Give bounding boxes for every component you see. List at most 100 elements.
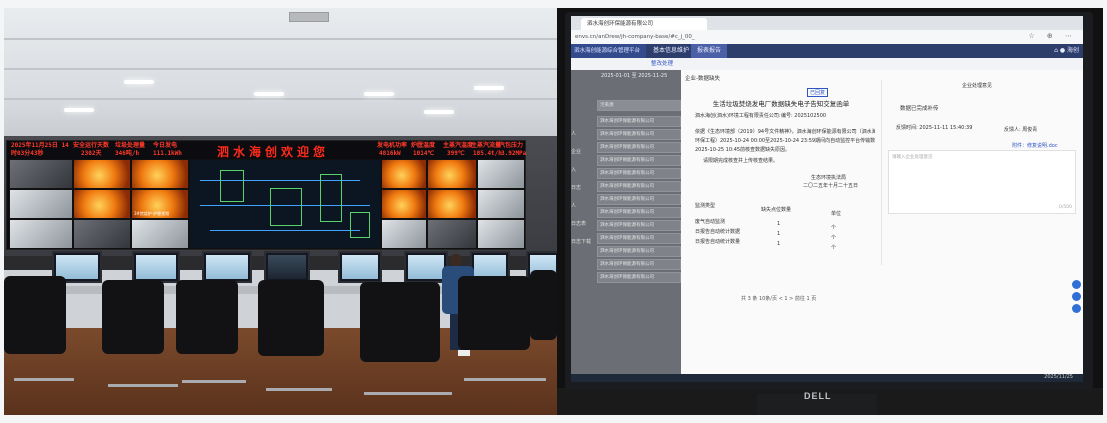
control-room-photo: 2025年11月25日 14时03分43秒 安全运行天数 2302天 垃圾处理量… [4,8,557,415]
table-header: 监测类型 [695,203,716,209]
furnace-feed [131,159,189,189]
float-action-icon[interactable] [1072,292,1081,301]
safe-days-label: 安全运行天数 [73,142,110,149]
nav-item-reports[interactable]: 报表报告 [691,44,728,58]
document-title: 生活垃圾焚烧发电厂数据缺失电子告知交复函单 [712,100,850,108]
nav-item-basic-info[interactable]: 基本信息维护 [647,44,695,58]
table-header: 缺失点位数量 [761,207,792,213]
pressure-value: 3.92MPa [501,150,527,157]
gen-label: 发电机功率 [377,142,408,149]
reply-time: 反馈时间: 2025-11-11 15:40:39 [896,125,973,131]
furnace-feed [427,189,477,219]
browser-toolbar-icons[interactable]: ☆ ⊕ ⋯ [1028,32,1077,40]
table-cell: 日报告自动统计数量 [695,239,741,245]
furnace-feed [73,159,131,189]
sidebar-date-range[interactable]: 2025-01-01 至 2025-11-25 [601,72,667,79]
document-body-line: 2025-10-25 10:45前核查数据缺失原因。 [695,147,791,153]
reply-heading: 企业处理意见 [962,83,993,89]
user-menu[interactable]: ⌂ ● 海创 [1054,44,1079,58]
sidebar-item-company[interactable]: 泗水海创环保能源有限公司 [597,116,681,127]
table-cell: 个 [831,225,837,231]
sidebar-edge-label: 企业 [571,149,582,155]
user-name: 海创 [1066,47,1079,54]
sidebar-item-company[interactable]: 泗水海创环保能源有限公司 [597,155,681,166]
sidebar-edge-label: 人 [571,131,577,137]
gen-value: 4816kW [379,150,401,157]
office-chair [176,280,238,354]
sidebar-edge-label: 日志下载 [571,239,592,245]
office-chair [258,280,324,356]
temp-value: 1014℃ [413,150,435,157]
home-icon[interactable]: ⌂ [1054,47,1058,54]
sidebar-item-company[interactable]: 泗水海创环保能源有限公司 [597,272,681,283]
app-top-nav: 泗水海创能源综合管理平台 基本信息维护 报表报告 ⌂ ● 海创 [571,44,1083,58]
sidebar-item-company[interactable]: 泗水海创环保能源有限公司 [597,142,681,153]
doc-type-label: 企业-数据缺失 [685,76,720,82]
power-label: 今日发电 [153,142,178,149]
sidebar-item-company[interactable]: 泗水海创环保能源有限公司 [597,259,681,270]
furnace-feed [381,189,427,219]
sidebar-item-company[interactable]: 泗水海创环保能源有限公司 [597,129,681,140]
address-bar[interactable]: envs.cn/anDrew/jh-company-base/#c_j_00_ [571,30,1083,45]
ceiling-band [4,98,557,100]
chair-base [266,388,332,391]
table-cell: 1 [777,221,781,227]
sidebar-item-company[interactable]: 泗水海创环保能源有限公司 [597,233,681,244]
taskbar-clock: 2025/11/25 [1044,374,1073,380]
document-addressee: 泗水海创(泗水)环境工程有限责任公司: [695,113,781,119]
boiler-block [350,212,370,238]
ceiling-band [4,68,557,70]
sidebar-edge-label: 日志 [571,185,582,191]
furnace-feed: 3#焚烧炉·炉膛视频 [131,189,189,219]
chair-base [182,380,246,383]
tab-rectification[interactable]: 整改处理 [651,58,673,70]
office-chair [530,270,557,340]
workstation-monitor [132,251,180,283]
reply-status: 数据已完成补传 [900,106,939,112]
workstation-monitor [264,251,310,283]
workstation-monitor [202,251,252,283]
table-cell: 废气自动监测 [695,219,726,225]
char-counter: 0/500 [1059,205,1072,210]
float-action-icon[interactable] [1072,280,1081,289]
document-body-line: 环保工程）2025-10-24 00:00至2025-10-24 23:59期间… [695,138,875,144]
table-cell: 1 [777,231,781,237]
pagination[interactable]: 共 3 条 10条/页 < 1 > 前往 1 页 [741,295,816,302]
ceiling-vent [289,12,329,22]
monitor-brand-logo: DELL [804,391,832,401]
sidebar-item-company[interactable]: 泗水海创环保能源有限公司 [597,207,681,218]
company-sidebar: 2025-01-01 至 2025-11-25 污染源 泗水海创环保能源有限公司… [571,70,681,382]
ceiling-light [364,92,394,96]
attachment-link[interactable]: 附件：修复说明.doc [1012,142,1058,149]
sidebar-item-company[interactable]: 泗水海创环保能源有限公司 [597,246,681,257]
camera-feed [9,159,73,189]
table-cell: 个 [831,235,837,241]
chair-base [14,378,74,381]
camera-feed [131,219,189,249]
ceiling-light [474,86,504,90]
table-cell: 1 [777,241,781,247]
reply-panel: 企业处理意见 数据已完成补传 反馈时间: 2025-11-11 15:40:39… [881,80,1078,265]
chair-base [464,378,546,381]
sidebar-item-company[interactable]: 泗水海创环保能源有限公司 [597,181,681,192]
float-action-icon[interactable] [1072,304,1081,313]
ceiling-light [254,92,284,96]
rate-label: 垃圾处理量 [115,142,146,149]
sidebar-item-company[interactable]: 泗水海创环保能源有限公司 [597,168,681,179]
document-body-line: 依据《生态环境部（2019）94号文件精神》，泗水海创环保能源有限公司（泗水海创 [695,129,875,135]
reply-textarea[interactable]: 请输入企业处理意见 0/500 [888,150,1076,214]
office-chair [102,280,164,354]
sidebar-group[interactable]: 污染源 [597,100,681,111]
camera-label: 3#焚烧炉·炉膛视频 [134,211,170,216]
browser-tab[interactable]: 泗水海创环保能源有限公司 [581,18,707,30]
sidebar-item-company[interactable]: 泗水海创环保能源有限公司 [597,194,681,205]
boiler-block [270,188,302,226]
pressure-label: 汽包压力 [499,142,524,149]
sidebar-edge-label: 日志表 [571,221,587,227]
furnace-feed [73,189,131,219]
signature-date: 二〇二五年十月二十五日 [803,183,859,189]
camera-feed [73,219,131,249]
sidebar-edge-label: 人 [571,203,577,209]
sidebar-item-company[interactable]: 泗水海创环保能源有限公司 [597,220,681,231]
table-cell: 个 [831,245,837,251]
